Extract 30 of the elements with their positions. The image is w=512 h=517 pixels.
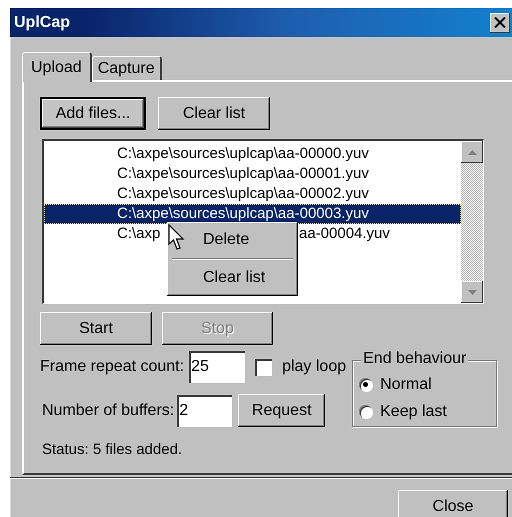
file-list-item[interactable]: C:\axpe\sources\uplcap\aa-00001.yuv <box>44 164 461 184</box>
close-icon[interactable] <box>490 12 510 32</box>
scroll-down-icon[interactable] <box>461 281 483 303</box>
menu-item[interactable]: Clear list <box>170 264 295 292</box>
radio-label: Normal <box>380 376 432 394</box>
tab[interactable]: Capture <box>92 56 162 80</box>
close-button[interactable]: Close <box>398 490 508 517</box>
scroll-up-icon[interactable] <box>461 141 483 163</box>
radio-button[interactable] <box>359 405 372 418</box>
window-title: UplCap <box>13 14 70 32</box>
play-loop-label: play loop <box>282 358 346 376</box>
tab[interactable]: Upload <box>22 52 92 82</box>
request-button[interactable]: Request <box>238 394 326 427</box>
clear-list-button[interactable]: Clear list <box>158 97 270 130</box>
cursor-icon <box>168 224 185 251</box>
play-loop-checkbox[interactable] <box>255 358 272 376</box>
file-list-item-text[interactable]: C:\axp <box>117 224 160 244</box>
file-list-item[interactable]: C:\axpe\sources\uplcap\aa-00003.yuv <box>44 204 461 224</box>
frame-repeat-input[interactable]: 25 <box>189 351 246 383</box>
buffers-label: Number of buffers: <box>42 402 174 420</box>
radio-button[interactable] <box>359 378 372 391</box>
radio-label: Keep last <box>380 402 447 420</box>
buffers-input[interactable]: 2 <box>177 394 232 426</box>
frame-repeat-label: Frame repeat count: <box>40 358 184 376</box>
file-list-item[interactable]: C:\axpe\sources\uplcap\aa-00002.yuv <box>44 184 461 204</box>
file-list-item[interactable]: C:\axpe\sources\uplcap\aa-00000.yuv <box>44 144 461 164</box>
file-list-item-text[interactable]: aa-00004.yuv <box>299 224 390 244</box>
status-text: Status: 5 files added. <box>42 441 184 458</box>
add-files-button[interactable]: Add files... <box>40 97 146 130</box>
start-button[interactable]: Start <box>40 312 152 345</box>
